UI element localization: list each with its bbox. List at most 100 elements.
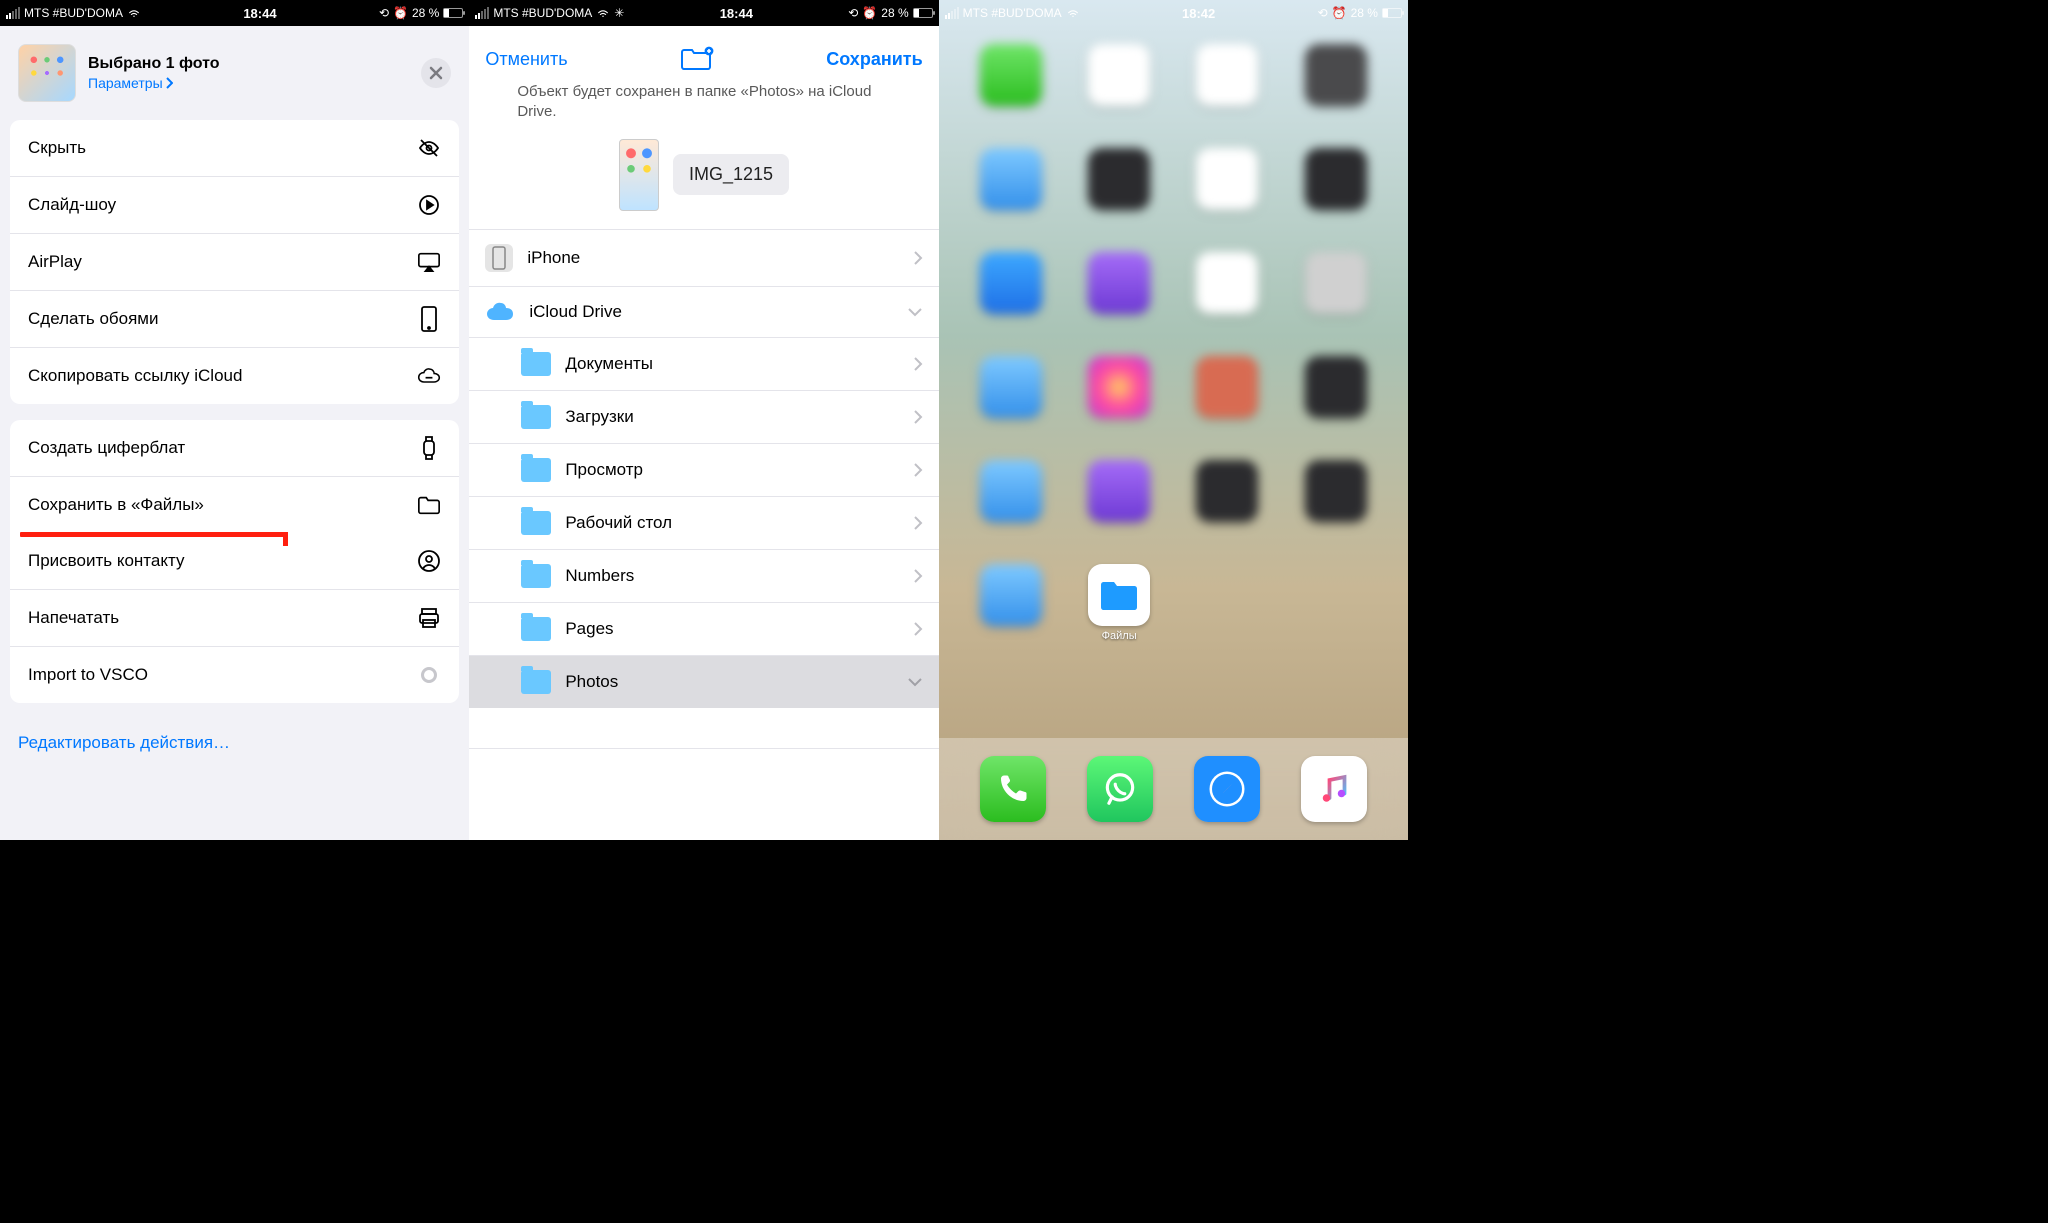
close-button[interactable]: [421, 58, 451, 88]
folder-icon: [521, 405, 551, 429]
app-vk[interactable]: [980, 356, 1042, 435]
print-icon: [417, 606, 441, 630]
app-telegram[interactable]: [980, 564, 1042, 643]
folder-icon: [521, 617, 551, 641]
dock-whatsapp[interactable]: [1087, 756, 1153, 822]
chevron-right-icon: [913, 621, 923, 637]
dock: [939, 738, 1408, 840]
app-itunes[interactable]: [1088, 252, 1150, 331]
app-camera[interactable]: [1305, 44, 1367, 123]
app-label: Файлы: [1102, 630, 1137, 643]
app-generic3[interactable]: [1305, 460, 1367, 539]
carrier-label: MTS #BUD'DOMA: [963, 6, 1062, 20]
app-generic[interactable]: [1196, 356, 1258, 435]
cancel-button[interactable]: Отменить: [485, 49, 567, 70]
folder-icon: [521, 670, 551, 694]
app-photos[interactable]: [1196, 44, 1258, 123]
app-clock[interactable]: [1088, 148, 1150, 227]
folder-downloads[interactable]: Загрузки: [469, 390, 938, 443]
signal-icon: [6, 7, 20, 19]
alarm-icon: ⏰: [393, 6, 408, 20]
folder-icon: [521, 352, 551, 376]
action-save-files[interactable]: Сохранить в «Файлы»: [10, 476, 459, 533]
action-hide[interactable]: Скрыть: [10, 120, 459, 176]
action-group-2: Создать циферблат Сохранить в «Файлы» Пр…: [10, 420, 459, 703]
action-print[interactable]: Напечатать: [10, 589, 459, 646]
battery-icon: [1382, 8, 1402, 18]
app-compass[interactable]: [1305, 148, 1367, 227]
wifi-icon: [127, 6, 141, 20]
app-instagram[interactable]: [1088, 356, 1150, 435]
folder-photos[interactable]: Photos: [469, 655, 938, 708]
file-thumbnail: [619, 139, 659, 211]
status-bar: MTS #BUD'DOMA 18:44 ⟲ ⏰ 28 %: [0, 0, 469, 26]
chevron-right-icon: [913, 462, 923, 478]
loading-icon: ✳: [614, 6, 624, 20]
action-assign-contact[interactable]: Присвоить контакту: [10, 533, 459, 589]
chevron-right-icon: [913, 568, 923, 584]
files-icon: [1088, 564, 1150, 626]
icloud-icon: [485, 301, 515, 323]
status-bar: MTS #BUD'DOMA ✳ 18:44 ⟲ ⏰ 28 %: [469, 0, 938, 26]
link-cloud-icon: [417, 364, 441, 388]
app-grid: Файлы: [939, 44, 1408, 722]
folder-preview[interactable]: Просмотр: [469, 443, 938, 496]
chevron-right-icon: [913, 409, 923, 425]
dot-icon: [417, 663, 441, 687]
time-label: 18:44: [720, 6, 753, 21]
location-icloud[interactable]: iCloud Drive: [469, 286, 938, 337]
battery-label: 28 %: [881, 6, 908, 20]
app-settings[interactable]: [1305, 252, 1367, 331]
app-viber[interactable]: [1088, 460, 1150, 539]
app-tumblr[interactable]: [1305, 356, 1367, 435]
iphone-icon: [485, 244, 513, 272]
chevron-right-icon: [913, 356, 923, 372]
app-maps[interactable]: [1196, 148, 1258, 227]
edit-actions-link[interactable]: Редактировать действия…: [0, 719, 469, 767]
app-files[interactable]: Файлы: [1088, 564, 1150, 643]
eye-off-icon: [417, 136, 441, 160]
action-group-1: Скрыть Слайд-шоу AirPlay Сделать обоями …: [10, 120, 459, 404]
time-label: 18:44: [243, 6, 276, 21]
app-weather[interactable]: [980, 148, 1042, 227]
app-mail[interactable]: [980, 252, 1042, 331]
action-slideshow[interactable]: Слайд-шоу: [10, 176, 459, 233]
carrier-label: MTS #BUD'DOMA: [24, 6, 123, 20]
app-youtube[interactable]: [1196, 252, 1258, 331]
share-header: Выбрано 1 фото Параметры: [0, 44, 469, 120]
action-icloud-link[interactable]: Скопировать ссылку iCloud: [10, 347, 459, 404]
save-files-panel: MTS #BUD'DOMA ✳ 18:44 ⟲ ⏰ 28 % Отменить …: [469, 0, 938, 840]
folder-icon: [521, 564, 551, 588]
folder-pages[interactable]: Pages: [469, 602, 938, 655]
dock-phone[interactable]: [980, 756, 1046, 822]
folder-desktop[interactable]: Рабочий стол: [469, 496, 938, 549]
location-iphone[interactable]: iPhone: [469, 229, 938, 286]
save-button[interactable]: Сохранить: [826, 49, 922, 70]
app-calendar[interactable]: [1088, 44, 1150, 123]
app-skype[interactable]: [980, 460, 1042, 539]
params-link[interactable]: Параметры: [88, 75, 220, 91]
folder-documents[interactable]: Документы: [469, 337, 938, 390]
alarm-icon: ⏰: [1332, 6, 1347, 20]
app-generic2[interactable]: [1196, 460, 1258, 539]
folder-icon: [417, 493, 441, 517]
battery-label: 28 %: [1351, 6, 1378, 20]
status-bar: MTS #BUD'DOMA 18:42 ⟲ ⏰ 28 %: [939, 0, 1408, 26]
file-preview: IMG_1215: [469, 133, 938, 229]
action-import-vsco[interactable]: Import to VSCO: [10, 646, 459, 703]
phone-icon: [417, 307, 441, 331]
airplay-icon: [417, 250, 441, 274]
folder-icon: [521, 511, 551, 535]
folder-numbers[interactable]: Numbers: [469, 549, 938, 602]
dock-safari[interactable]: [1194, 756, 1260, 822]
file-name-field[interactable]: IMG_1215: [673, 154, 789, 195]
contact-icon: [417, 549, 441, 573]
wifi-icon: [596, 6, 610, 20]
action-wallpaper[interactable]: Сделать обоями: [10, 290, 459, 347]
action-airplay[interactable]: AirPlay: [10, 233, 459, 290]
action-watchface[interactable]: Создать циферблат: [10, 420, 459, 476]
new-folder-button[interactable]: [680, 46, 714, 72]
app-messages[interactable]: [980, 44, 1042, 123]
dock-music[interactable]: [1301, 756, 1367, 822]
chevron-down-icon: [907, 677, 923, 687]
